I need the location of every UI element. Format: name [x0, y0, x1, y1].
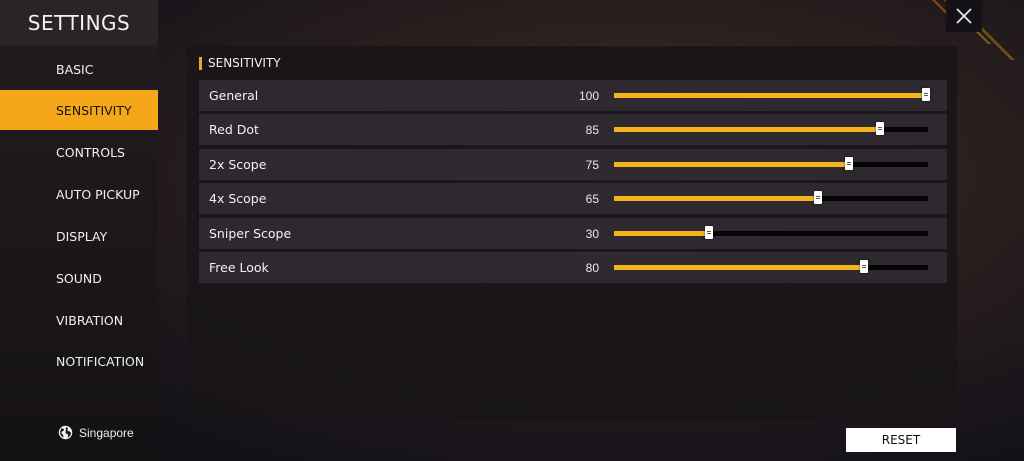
slider-value: 85: [585, 122, 599, 137]
slider-label: Sniper Scope: [209, 226, 292, 241]
slider-thumb[interactable]: [876, 122, 884, 135]
reset-button[interactable]: RESET: [846, 428, 956, 452]
slider-thumb[interactable]: [922, 88, 930, 101]
slider-track[interactable]: [614, 260, 928, 273]
slider-label: Red Dot: [209, 122, 259, 137]
slider-thumb[interactable]: [814, 191, 822, 204]
slider-track[interactable]: [614, 226, 928, 239]
section-title: SENSITIVITY: [199, 56, 281, 70]
nav-item-auto-pickup[interactable]: AUTO PICKUP: [0, 174, 158, 214]
slider-value: 80: [585, 260, 599, 275]
nav-item-sound[interactable]: SOUND: [0, 258, 158, 298]
slider-value: 100: [578, 88, 599, 103]
nav-item-notification[interactable]: NOTIFICATION: [0, 341, 158, 381]
region-selector[interactable]: Singapore: [58, 425, 134, 440]
slider-fill: [614, 93, 926, 98]
nav-item-label: NOTIFICATION: [56, 353, 145, 369]
nav-item-label: VIBRATION: [56, 312, 124, 328]
slider-track[interactable]: [614, 122, 928, 135]
slider-value: 75: [585, 157, 599, 172]
section-accent-bar: [199, 56, 202, 70]
settings-title: SETTINGS: [0, 0, 158, 45]
nav-item-basic[interactable]: BASIC: [0, 49, 158, 89]
nav-item-label: SOUND: [56, 270, 102, 286]
slider-fill: [614, 162, 849, 167]
slider-thumb[interactable]: [705, 226, 713, 239]
slider-thumb[interactable]: [860, 260, 868, 273]
slider-track[interactable]: [614, 88, 930, 101]
close-button[interactable]: [946, 0, 982, 32]
slider-track[interactable]: [614, 157, 928, 170]
slider-row-2x-scope: 2x Scope 75: [199, 149, 947, 180]
slider-row-free-look: Free Look 80: [199, 252, 947, 283]
nav-item-label: CONTROLS: [56, 144, 125, 160]
section-title-text: SENSITIVITY: [208, 56, 281, 70]
slider-thumb[interactable]: [845, 157, 853, 170]
slider-value: 30: [585, 226, 599, 241]
globe-icon: [58, 425, 73, 440]
slider-row-4x-scope: 4x Scope 65: [199, 183, 947, 214]
slider-fill: [614, 127, 880, 132]
slider-label: Free Look: [209, 260, 269, 275]
nav-item-label: BASIC: [56, 61, 94, 77]
slider-fill: [614, 231, 709, 236]
nav-item-label: SENSITIVITY: [56, 102, 132, 118]
close-icon: [956, 8, 972, 24]
settings-sidebar: SETTINGS BASIC SENSITIVITY CONTROLS AUTO…: [0, 0, 158, 461]
region-label: Singapore: [79, 425, 134, 440]
nav-item-vibration[interactable]: VIBRATION: [0, 300, 158, 340]
sensitivity-panel: SENSITIVITY General 100 Red Dot 85 2x Sc…: [187, 46, 957, 420]
slider-track[interactable]: [614, 191, 928, 204]
slider-row-red-dot: Red Dot 85: [199, 114, 947, 145]
nav-item-controls[interactable]: CONTROLS: [0, 132, 158, 172]
slider-value: 65: [585, 191, 599, 206]
nav-item-sensitivity[interactable]: SENSITIVITY: [0, 90, 158, 130]
slider-row-sniper-scope: Sniper Scope 30: [199, 218, 947, 249]
slider-label: 4x Scope: [209, 191, 267, 206]
nav-item-display[interactable]: DISPLAY: [0, 216, 158, 256]
nav-item-label: DISPLAY: [56, 228, 108, 244]
slider-fill: [614, 196, 818, 201]
slider-row-general: General 100: [199, 80, 947, 111]
slider-label: General: [209, 88, 259, 103]
slider-label: 2x Scope: [209, 157, 267, 172]
slider-fill: [614, 265, 864, 270]
nav-item-label: AUTO PICKUP: [56, 186, 140, 202]
